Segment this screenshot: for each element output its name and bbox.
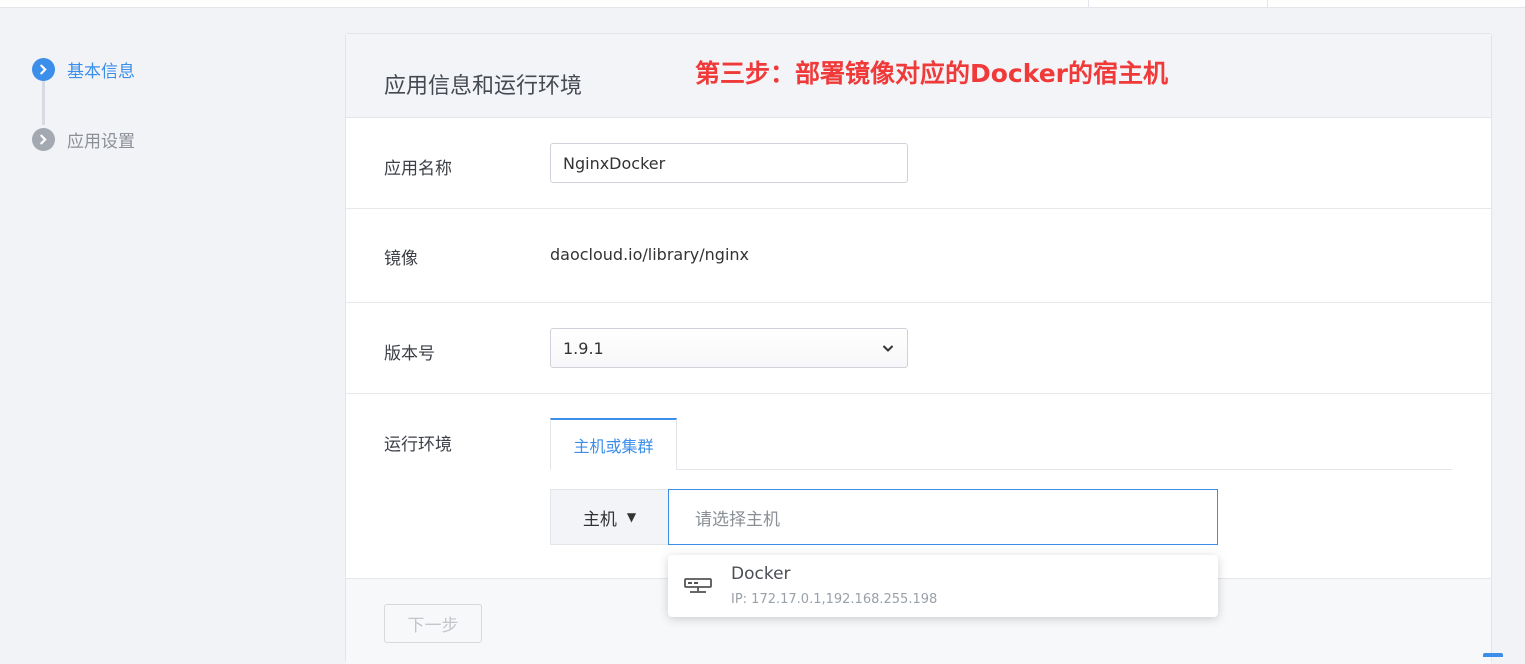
tab-underline [677, 469, 1452, 470]
image-label: 镜像 [384, 249, 418, 269]
step-label: 应用设置 [67, 132, 135, 152]
host-select-input[interactable]: 请选择主机 [668, 489, 1218, 545]
chevron-down-icon [882, 345, 894, 352]
annotation-text: 第三步：部署镜像对应的Docker的宿主机 [695, 59, 1168, 88]
version-selected: 1.9.1 [563, 338, 604, 358]
step-app-settings[interactable]: 应用设置 [32, 127, 135, 152]
chevron-right-icon [32, 128, 55, 151]
server-icon [684, 578, 712, 593]
step-basic-info[interactable]: 基本信息 [32, 57, 135, 82]
app-name-label: 应用名称 [384, 159, 452, 179]
caret-down-icon: ▼ [626, 510, 637, 524]
corner-accent [1483, 653, 1503, 657]
host-type-label: 主机 [582, 509, 617, 530]
form-row-app-name: 应用名称 NginxDocker [346, 118, 1491, 209]
form-row-runtime: 运行环境 主机或集群 主机 ▼ 请选择主机 [346, 394, 1491, 579]
runtime-label: 运行环境 [384, 435, 452, 455]
form-row-version: 版本号 1.9.1 [346, 303, 1491, 394]
version-select[interactable]: 1.9.1 [550, 328, 908, 368]
step-connector [42, 81, 45, 125]
image-value: daocloud.io/library/nginx [550, 245, 750, 264]
form-row-image: 镜像 daocloud.io/library/nginx [346, 209, 1491, 303]
tab-host-or-cluster[interactable]: 主机或集群 [550, 418, 677, 470]
top-bar-divider [1088, 0, 1089, 8]
card-header: 应用信息和运行环境 第三步：部署镜像对应的Docker的宿主机 [346, 34, 1491, 118]
step-label: 基本信息 [67, 62, 135, 82]
dropdown-item-docker[interactable]: Docker IP: 172.17.0.1,192.168.255.198 [668, 555, 1218, 617]
version-label: 版本号 [384, 344, 435, 364]
next-step-button[interactable]: 下一步 [384, 604, 482, 643]
host-dropdown-menu: Docker IP: 172.17.0.1,192.168.255.198 [668, 555, 1218, 617]
card-title: 应用信息和运行环境 [384, 74, 583, 99]
host-name: Docker [731, 564, 791, 584]
top-bar-divider [1267, 0, 1268, 8]
host-ip: IP: 172.17.0.1,192.168.255.198 [731, 592, 938, 607]
top-bar [0, 0, 1525, 8]
host-type-dropdown[interactable]: 主机 ▼ [550, 489, 668, 545]
app-name-input[interactable]: NginxDocker [550, 143, 908, 183]
chevron-right-icon [32, 58, 55, 81]
